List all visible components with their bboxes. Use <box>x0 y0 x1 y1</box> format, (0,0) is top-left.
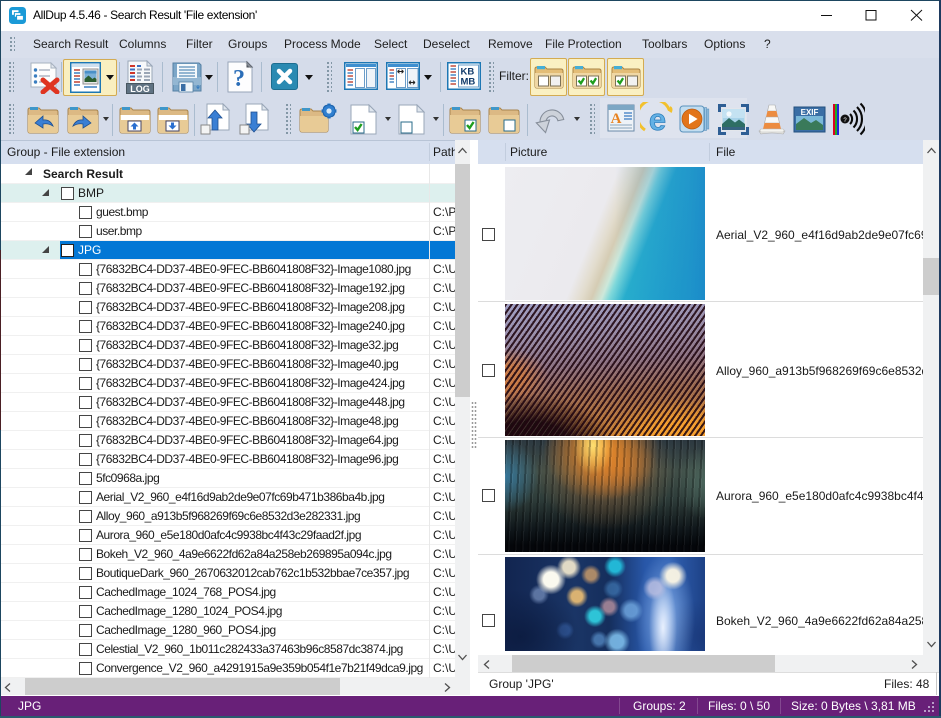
svg-text:?: ? <box>233 66 245 92</box>
svg-text:EXIF: EXIF <box>801 108 819 117</box>
svg-text:e: e <box>649 102 666 136</box>
svg-text:MB: MB <box>461 77 476 88</box>
svg-text:LOG: LOG <box>130 84 150 94</box>
